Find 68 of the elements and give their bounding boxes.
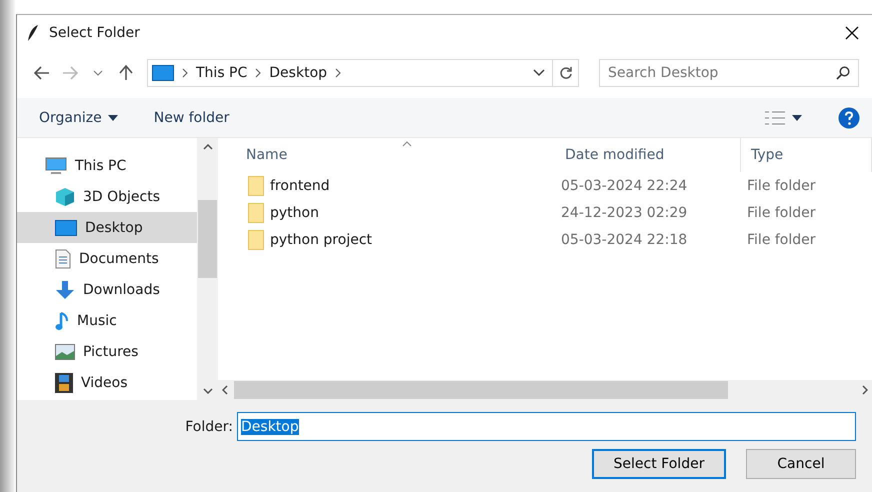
landscape-icon xyxy=(55,344,75,360)
cancel-button[interactable]: Cancel xyxy=(746,449,856,479)
date-cell-text: 24-12-2023 02:29 xyxy=(560,204,688,220)
folder-field[interactable]: Desktop xyxy=(237,412,856,441)
search-icon[interactable] xyxy=(836,66,850,80)
feather-icon xyxy=(27,24,39,42)
chevron-down-icon xyxy=(533,69,545,77)
up-arrow-icon xyxy=(119,65,133,81)
file-name-cell[interactable]: frontend xyxy=(218,176,555,196)
column-header[interactable]: Date modified xyxy=(555,138,741,172)
sidebar-item[interactable]: Desktop xyxy=(17,212,197,243)
chevron-icon xyxy=(255,68,262,78)
cube-icon xyxy=(55,186,75,206)
organize-menu[interactable]: Organize xyxy=(39,110,118,126)
select-folder-button[interactable]: Select Folder xyxy=(592,449,726,479)
desktop-icon xyxy=(152,65,174,81)
film-icon xyxy=(55,372,73,392)
back-arrow-icon xyxy=(34,66,50,80)
sidebar-item[interactable]: Videos xyxy=(17,367,197,398)
file-name-cell[interactable]: python xyxy=(218,202,555,222)
list-view-icon xyxy=(764,110,786,124)
horizontal-scrollbar[interactable] xyxy=(218,380,872,400)
music-note-icon xyxy=(55,310,69,330)
search-field[interactable]: Search Desktop xyxy=(599,59,859,87)
caret-icon xyxy=(108,114,118,120)
close-icon xyxy=(845,26,859,40)
refresh-icon xyxy=(558,66,572,80)
sidebar-item[interactable]: Downloads xyxy=(17,274,197,305)
date-cell-text: 05-03-2024 22:18 xyxy=(560,232,688,248)
help-icon xyxy=(838,106,860,128)
type-cell-text: File folder xyxy=(746,232,817,248)
scroll-left-icon[interactable] xyxy=(222,385,228,395)
desktop-icon xyxy=(55,220,77,236)
breadcrumb[interactable]: Desktop xyxy=(269,65,328,81)
sidebar-item[interactable]: Documents xyxy=(17,243,197,274)
type-cell-text: File folder xyxy=(746,178,817,194)
type-cell-text: File folder xyxy=(746,204,817,220)
date-cell-text: 05-03-2024 22:24 xyxy=(560,178,688,194)
address-bar[interactable]: This PC Desktop xyxy=(147,59,579,87)
chevron-icon xyxy=(335,68,342,78)
sort-icon xyxy=(402,141,412,147)
file-name-cell[interactable]: python project xyxy=(218,230,555,250)
vertical-scrollbar[interactable] xyxy=(197,138,218,400)
sidebar-item[interactable]: Pictures xyxy=(17,336,197,367)
view-options-button[interactable] xyxy=(764,110,802,124)
chevron-icon xyxy=(182,68,188,78)
sidebar-item[interactable]: 3D Objects xyxy=(17,181,197,212)
column-header[interactable]: Type xyxy=(741,138,872,172)
scroll-up-icon[interactable] xyxy=(202,144,212,150)
folder-icon xyxy=(248,202,264,222)
folder-icon xyxy=(248,230,264,250)
chevron-down-icon xyxy=(93,70,103,76)
scroll-right-icon[interactable] xyxy=(862,385,868,395)
folder-icon xyxy=(248,176,264,196)
window-title: Select Folder xyxy=(49,24,141,40)
caret-icon xyxy=(792,114,802,120)
help-button[interactable] xyxy=(838,106,860,128)
breadcrumb[interactable]: This PC xyxy=(196,65,248,81)
sidebar-item[interactable]: Music xyxy=(17,305,197,336)
down-arrow-icon xyxy=(55,280,75,300)
document-icon xyxy=(55,248,71,268)
forward-arrow-icon xyxy=(62,66,78,80)
new-folder-button[interactable]: New folder xyxy=(154,110,230,126)
sidebar-item[interactable]: This PC xyxy=(17,150,197,181)
folder-label: Folder: xyxy=(185,418,233,434)
column-header[interactable]: Name xyxy=(218,138,555,172)
computer-icon xyxy=(45,156,67,174)
scroll-down-icon[interactable] xyxy=(202,388,212,394)
